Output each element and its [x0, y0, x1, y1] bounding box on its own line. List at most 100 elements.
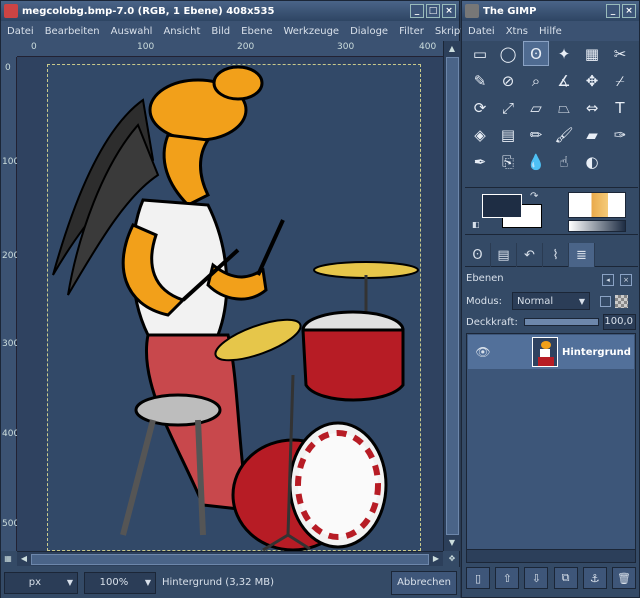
by-color-select-tool-button[interactable]: ▦: [579, 41, 605, 66]
fuzzy-select-tool-button[interactable]: ✦: [551, 41, 577, 66]
menu-xtns[interactable]: Xtns: [506, 26, 528, 37]
tab-layers[interactable]: ≣: [569, 243, 595, 267]
ellipse-select-tool-button[interactable]: ◯: [495, 41, 521, 66]
close-button[interactable]: ×: [442, 4, 456, 18]
raise-layer-button[interactable]: ⇧: [495, 567, 520, 589]
move-tool-button[interactable]: ✥: [579, 68, 605, 93]
lasso-tool-button[interactable]: ʘ: [523, 41, 549, 66]
scroll-down-arrow-icon[interactable]: ▼: [445, 536, 459, 550]
menu-datei[interactable]: Datei: [7, 26, 34, 37]
eye-icon[interactable]: 👁: [472, 345, 494, 359]
scroll-right-arrow-icon[interactable]: ▶: [429, 552, 443, 566]
opacity-slider[interactable]: [523, 318, 600, 326]
blend-tool-button[interactable]: ▤: [495, 122, 521, 147]
horizontal-scroll-thumb[interactable]: [31, 554, 429, 565]
brush-preview[interactable]: [568, 192, 626, 218]
default-colors-icon[interactable]: ◧: [472, 220, 480, 229]
paths-icon: ✎: [473, 71, 487, 90]
ruler-corner-button[interactable]: [1, 41, 17, 57]
close-button[interactable]: ×: [622, 4, 636, 18]
paintbrush-icon: 🖌: [554, 125, 574, 144]
menu-bearbeiten[interactable]: Bearbeiten: [45, 26, 100, 37]
rect-select-tool-button[interactable]: ▭: [467, 41, 493, 66]
opacity-spinbox[interactable]: 100,0: [603, 314, 636, 330]
menu-datei[interactable]: Datei: [468, 26, 495, 37]
vertical-ruler[interactable]: 0 100 200 300 400 500: [1, 57, 19, 551]
paths-tool-button[interactable]: ✎: [467, 68, 493, 93]
layer-list-scrollbar[interactable]: [466, 549, 636, 563]
pencil-tool-button[interactable]: ✏: [523, 122, 549, 147]
menu-hilfe[interactable]: Hilfe: [539, 26, 562, 37]
measure-tool-button[interactable]: ∡: [551, 68, 577, 93]
mode-combo[interactable]: Normal ▼: [512, 292, 591, 310]
menu-bild[interactable]: Bild: [211, 26, 230, 37]
ink-tool-button[interactable]: ✒: [467, 149, 493, 174]
lasso-icon: ʘ: [530, 44, 542, 63]
vertical-scroll-thumb[interactable]: [446, 57, 459, 535]
unit-combo[interactable]: px ▼: [4, 571, 78, 594]
opacity-row: Deckkraft: 100,0: [466, 313, 636, 331]
maximize-button[interactable]: □: [426, 4, 440, 18]
abort-button[interactable]: Abbrechen: [391, 570, 457, 595]
magnify-tool-button[interactable]: ⌕: [523, 68, 549, 93]
color-picker-tool-button[interactable]: ⊘: [495, 68, 521, 93]
panel-close-icon[interactable]: ×: [620, 274, 632, 286]
lower-layer-button[interactable]: ⇩: [524, 567, 549, 589]
minimize-button[interactable]: _: [606, 4, 620, 18]
anchor-layer-button[interactable]: ⚓: [582, 567, 607, 589]
clone-tool-button[interactable]: ⎘: [495, 149, 521, 174]
keep-transparency-checkbox[interactable]: [600, 295, 612, 307]
foreground-color-swatch[interactable]: [482, 194, 522, 218]
channels-icon: ▤: [497, 247, 510, 263]
duplicate-layer-button[interactable]: ⧉: [553, 567, 578, 589]
menu-werkzeuge[interactable]: Werkzeuge: [283, 26, 339, 37]
eraser-icon: ▰: [586, 125, 598, 144]
swap-colors-icon[interactable]: ↷: [530, 191, 538, 202]
eraser-tool-button[interactable]: ▰: [579, 122, 605, 147]
horizontal-scrollbar[interactable]: ◀ ▶: [17, 551, 443, 566]
scale-tool-button[interactable]: ⤢: [495, 95, 521, 120]
airbrush-tool-button[interactable]: ✑: [607, 122, 633, 147]
crop-tool-button[interactable]: ⌿: [607, 68, 633, 93]
horizontal-ruler[interactable]: 0 100 200 300 400: [17, 41, 443, 57]
menu-filter[interactable]: Filter: [399, 26, 424, 37]
smudge-tool-button[interactable]: ☝: [551, 149, 577, 174]
quick-mask-toggle-icon[interactable]: ▦: [1, 552, 15, 566]
scissors-tool-button[interactable]: ✂: [607, 41, 633, 66]
blur-tool-button[interactable]: 💧: [523, 149, 549, 174]
dodge-burn-tool-button[interactable]: ◐: [579, 149, 605, 174]
bucket-fill-tool-button[interactable]: ◈: [467, 122, 493, 147]
perspective-tool-button[interactable]: ⏢: [551, 95, 577, 120]
tab-paths[interactable]: ⌇: [543, 243, 569, 267]
menu-ebene[interactable]: Ebene: [241, 26, 272, 37]
flip-tool-button[interactable]: ⇔: [579, 95, 605, 120]
tab-channels[interactable]: ▤: [491, 243, 517, 267]
zoom-combo[interactable]: 100% ▼: [84, 571, 156, 594]
image-window-titlebar[interactable]: megcolobg.bmp-7.0 (RGB, 1 Ebene) 408x535…: [1, 1, 459, 21]
panel-menu-icon[interactable]: ◂: [602, 274, 614, 286]
fg-bg-colors[interactable]: ↷ ◧: [472, 191, 544, 230]
text-tool-button[interactable]: T: [607, 95, 633, 120]
scroll-up-arrow-icon[interactable]: ▲: [445, 42, 459, 56]
toolbox-titlebar[interactable]: The GIMP _ ×: [462, 1, 639, 21]
menu-ansicht[interactable]: Ansicht: [163, 26, 200, 37]
scroll-left-arrow-icon[interactable]: ◀: [17, 552, 31, 566]
menu-auswahl[interactable]: Auswahl: [111, 26, 153, 37]
delete-layer-button[interactable]: 🗑: [611, 567, 636, 589]
mode-row: Modus: Normal ▼: [466, 291, 636, 311]
shear-tool-button[interactable]: ▱: [523, 95, 549, 120]
vertical-scrollbar[interactable]: ▲ ▼: [443, 41, 460, 551]
menu-dialoge[interactable]: Dialoge: [350, 26, 388, 37]
tab-undo[interactable]: ↶: [517, 243, 543, 267]
image-drawing[interactable]: [47, 64, 421, 551]
navigate-icon[interactable]: ✥: [445, 552, 459, 566]
rotate-tool-button[interactable]: ⟳: [467, 95, 493, 120]
minimize-button[interactable]: _: [410, 4, 424, 18]
image-canvas[interactable]: [17, 57, 443, 551]
paintbrush-tool-button[interactable]: 🖌: [551, 122, 577, 147]
layer-row[interactable]: 👁 Hintergrund: [468, 335, 634, 369]
tab-tool-options[interactable]: ʘ: [465, 243, 491, 267]
new-layer-button[interactable]: ▯: [466, 567, 490, 589]
smudge-icon: ☝: [559, 152, 569, 171]
gradient-preview[interactable]: [568, 220, 626, 232]
